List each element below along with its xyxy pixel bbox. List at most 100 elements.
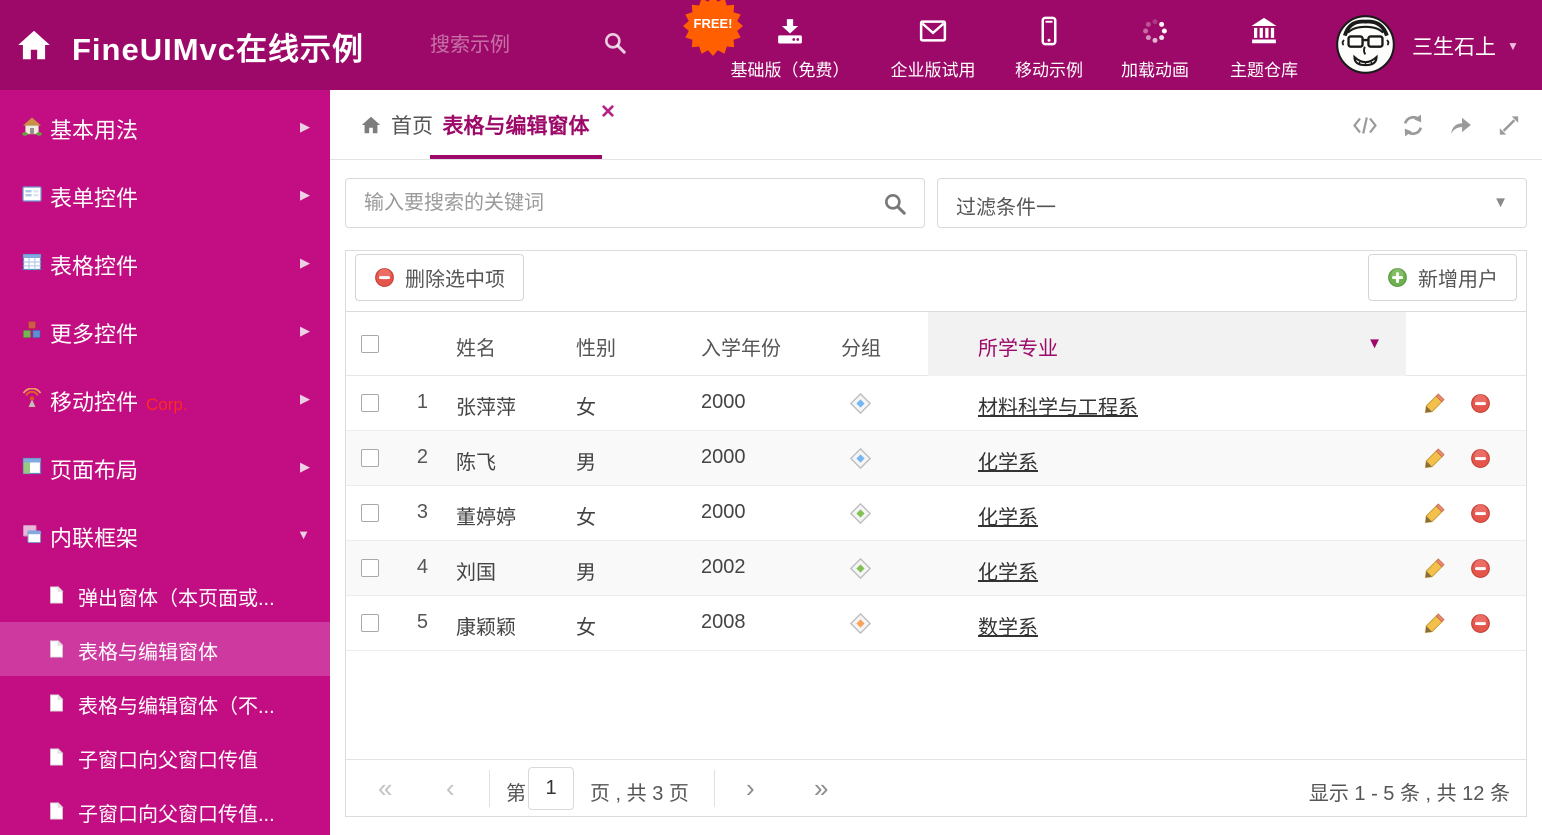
add-user-button[interactable]: 新增用户 — [1368, 254, 1517, 301]
cell-gender: 女 — [576, 507, 596, 529]
search-icon[interactable] — [602, 30, 628, 56]
row-index: 4 — [416, 556, 428, 578]
edit-row-button[interactable] — [1424, 613, 1445, 634]
sidebar-subitem-grid-edit-window-2[interactable]: 表格与编辑窗体（不... — [0, 676, 330, 730]
cell-major: 化学系 — [978, 446, 1038, 475]
keyword-search-box — [345, 178, 925, 228]
pagination-prev-button[interactable]: ‹ — [446, 773, 455, 804]
major-link[interactable]: 化学系 — [978, 562, 1038, 584]
chevron-right-icon: ▶ — [300, 187, 310, 202]
chevron-right-icon: ▶ — [300, 391, 310, 406]
pagination-first-button[interactable]: « — [378, 773, 392, 804]
form-icon — [22, 184, 42, 204]
group-tag-icon — [849, 612, 872, 635]
row-index: 2 — [416, 446, 428, 468]
keyword-search-input[interactable] — [364, 179, 864, 227]
cell-year: 2000 — [701, 446, 746, 468]
chevron-down-icon: ▼ — [297, 527, 310, 542]
envelope-icon — [918, 16, 948, 46]
delete-row-button[interactable] — [1470, 503, 1491, 524]
chevron-down-icon: ▼ — [1507, 39, 1519, 53]
tab-grid-edit-window[interactable]: 表格与编辑窗体 — [430, 90, 602, 159]
nav-item-basic-free[interactable]: 基础版（免费） — [722, 16, 858, 81]
edit-row-button[interactable] — [1424, 393, 1445, 414]
major-link[interactable]: 数学系 — [978, 617, 1038, 639]
pagination-next-button[interactable]: › — [746, 773, 755, 804]
nav-item-theme-repo[interactable]: 主题仓库 — [1196, 16, 1332, 81]
plus-circle-icon — [1387, 267, 1408, 288]
download-icon — [775, 16, 805, 46]
column-header-name[interactable]: 姓名 — [456, 332, 496, 361]
sidebar-item-basic-usage[interactable]: 基本用法 ▶ — [0, 92, 330, 160]
delete-row-button[interactable] — [1470, 448, 1491, 469]
sidebar-subitem-child-to-parent[interactable]: 子窗口向父窗口传值 — [0, 730, 330, 784]
row-checkbox[interactable] — [361, 449, 379, 467]
row-checkbox[interactable] — [361, 614, 379, 632]
delete-row-button[interactable] — [1470, 558, 1491, 579]
row-checkbox[interactable] — [361, 504, 379, 522]
table-header-row: 姓名 性别 入学年份 分组 所学专业 ▼ — [346, 311, 1526, 376]
username: 三生石上 — [1412, 36, 1496, 59]
refresh-icon[interactable] — [1400, 113, 1426, 138]
filter-dropdown[interactable]: 过滤条件一 ▼ — [937, 178, 1527, 228]
select-all-checkbox[interactable] — [361, 334, 379, 353]
tab-label: 表格与编辑窗体 — [442, 114, 590, 138]
cell-gender: 女 — [576, 617, 596, 639]
filter-dropdown-value: 过滤条件一 — [956, 197, 1056, 219]
major-link[interactable]: 材料科学与工程系 — [978, 397, 1138, 419]
cubes-icon — [22, 320, 42, 340]
page-icon — [48, 693, 65, 713]
table-row[interactable]: 5 康颖颖 女 2008 数学系 — [346, 596, 1526, 651]
close-tab-icon[interactable] — [602, 105, 614, 117]
sidebar-item-page-layout[interactable]: 页面布局 ▶ — [0, 432, 330, 500]
edit-row-button[interactable] — [1424, 503, 1445, 524]
app-title: FineUIMvc在线示例 — [72, 32, 365, 67]
home-icon — [360, 114, 382, 136]
column-header-year[interactable]: 入学年份 — [701, 332, 781, 361]
row-checkbox[interactable] — [361, 394, 379, 412]
user-menu[interactable]: 三生石上 ▼ — [1412, 31, 1519, 61]
tab-bar: 首页 表格与编辑窗体 — [330, 90, 1542, 160]
sidebar-subitem-popup-window[interactable]: 弹出窗体（本页面或... — [0, 568, 330, 622]
delete-selected-button[interactable]: 删除选中项 — [355, 254, 524, 301]
page-icon — [48, 747, 65, 767]
share-icon[interactable] — [1448, 113, 1474, 138]
active-tab-underline — [430, 155, 602, 159]
search-icon[interactable] — [882, 191, 908, 217]
sidebar-item-iframe[interactable]: 内联框架 ▼ — [0, 500, 330, 568]
expand-icon[interactable] — [1496, 113, 1522, 138]
major-link[interactable]: 化学系 — [978, 507, 1038, 529]
edit-row-button[interactable] — [1424, 448, 1445, 469]
filter-caret-icon[interactable]: ▼ — [1367, 335, 1382, 352]
sidebar-item-more-controls[interactable]: 更多控件 ▶ — [0, 296, 330, 364]
table-row[interactable]: 1 张萍萍 女 2000 材料科学与工程系 — [346, 376, 1526, 431]
source-code-icon[interactable] — [1352, 113, 1378, 138]
delete-row-button[interactable] — [1470, 393, 1491, 414]
column-header-group[interactable]: 分组 — [841, 332, 881, 361]
page-number-input[interactable] — [528, 767, 574, 810]
group-tag-icon — [849, 502, 872, 525]
avatar[interactable] — [1336, 15, 1395, 74]
edit-row-button[interactable] — [1424, 558, 1445, 579]
column-header-gender[interactable]: 性别 — [576, 332, 616, 361]
sidebar-subitem-child-to-parent-2[interactable]: 子窗口向父窗口传值... — [0, 784, 330, 835]
table-row[interactable]: 3 董婷婷 女 2000 化学系 — [346, 486, 1526, 541]
sidebar-item-form-controls[interactable]: 表单控件 ▶ — [0, 160, 330, 228]
pagination-last-button[interactable]: » — [814, 773, 828, 804]
cell-year: 2000 — [701, 391, 746, 413]
sidebar-item-grid-controls[interactable]: 表格控件 ▶ — [0, 228, 330, 296]
table-row[interactable]: 4 刘国 男 2002 化学系 — [346, 541, 1526, 596]
sidebar-subitem-grid-edit-window[interactable]: 表格与编辑窗体 — [0, 622, 330, 676]
header-search-input[interactable] — [430, 28, 590, 62]
sidebar-item-mobile-controls[interactable]: 移动控件 Corp. ▶ — [0, 364, 330, 432]
row-checkbox[interactable] — [361, 559, 379, 577]
brand-home-icon[interactable] — [15, 26, 53, 64]
major-link[interactable]: 化学系 — [978, 452, 1038, 474]
page-label-prefix: 第 — [506, 783, 526, 805]
tab-home[interactable]: 首页 — [360, 90, 433, 159]
spinner-icon — [1140, 16, 1170, 46]
table-row[interactable]: 2 陈飞 男 2000 化学系 — [346, 431, 1526, 486]
pagination-summary: 显示 1 - 5 条 , 共 12 条 — [1308, 783, 1510, 805]
column-header-major[interactable]: 所学专业 ▼ — [928, 312, 1406, 376]
delete-row-button[interactable] — [1470, 613, 1491, 634]
